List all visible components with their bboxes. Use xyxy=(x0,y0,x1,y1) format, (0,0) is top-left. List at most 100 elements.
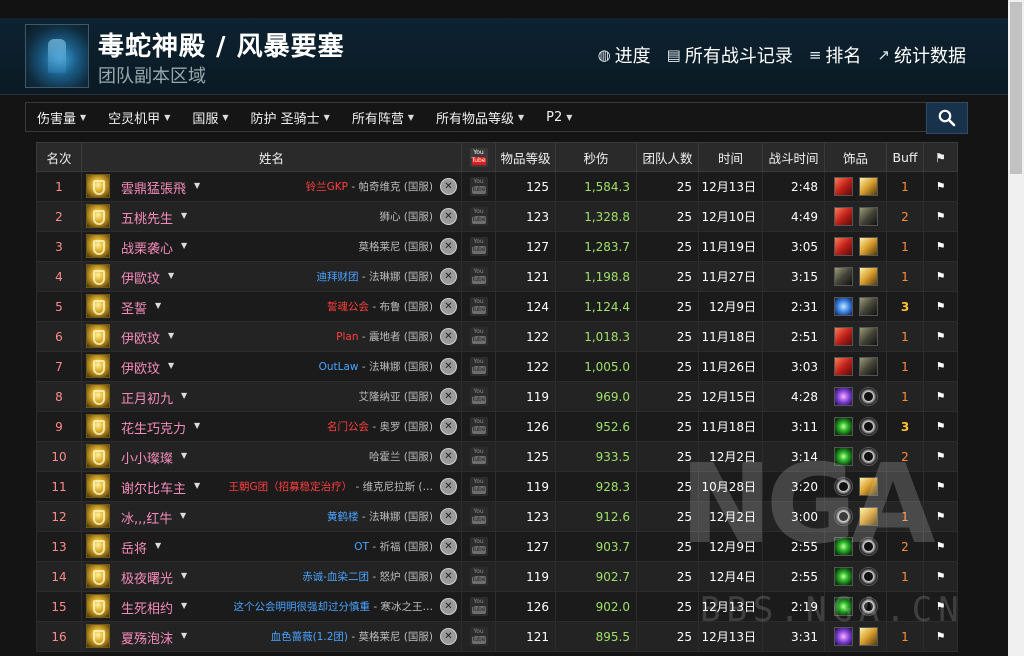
filter-metric[interactable]: 伤害量 ▼ xyxy=(26,108,97,127)
filter-phase[interactable]: P2 ▼ xyxy=(535,110,583,125)
chevron-down-icon[interactable]: ▼ xyxy=(194,181,200,190)
guild-name[interactable]: 誓魂公会 xyxy=(327,301,369,313)
trinket-icon[interactable] xyxy=(858,447,878,466)
trinket-icon[interactable] xyxy=(858,177,878,196)
dps-cell[interactable]: 1,328.8 xyxy=(555,201,637,232)
chevron-down-icon[interactable]: ▼ xyxy=(181,211,187,220)
armory-icon[interactable]: ✕ xyxy=(440,568,457,585)
flag-icon[interactable]: ⚑ xyxy=(936,510,946,523)
table-row[interactable]: 4 伊歐玟 ▼ 迪拜财团 - 法琳娜 (国服) ✕ You Tube 121 1,198.8 25… xyxy=(36,261,958,292)
player-name[interactable]: 伊欧玟 xyxy=(121,328,160,347)
trinket-icon[interactable] xyxy=(858,237,878,256)
armory-icon[interactable]: ✕ xyxy=(440,298,457,315)
flag-icon[interactable]: ⚑ xyxy=(936,480,946,493)
chevron-down-icon[interactable]: ▼ xyxy=(168,331,174,340)
dps-cell[interactable]: 952.6 xyxy=(555,411,637,442)
player-name[interactable]: 战栗袭心 xyxy=(121,238,173,257)
dps-cell[interactable]: 1,005.0 xyxy=(555,351,637,382)
player-name[interactable]: 伊欧玟 xyxy=(121,358,160,377)
chevron-down-icon[interactable]: ▼ xyxy=(181,631,187,640)
dps-cell[interactable]: 969.0 xyxy=(555,381,637,412)
header-raid-size[interactable]: 团队人数 xyxy=(636,142,699,172)
trinket-icon[interactable] xyxy=(833,297,853,316)
header-buff[interactable]: Buff xyxy=(886,142,924,172)
chevron-down-icon[interactable]: ▼ xyxy=(181,571,187,580)
trinket-icon[interactable] xyxy=(833,417,853,436)
youtube-icon[interactable]: You Tube xyxy=(469,267,488,286)
youtube-icon[interactable]: You Tube xyxy=(469,357,488,376)
guild-name[interactable]: Plan xyxy=(336,331,358,343)
trinket-icon[interactable] xyxy=(833,507,853,526)
chevron-down-icon[interactable]: ▼ xyxy=(155,301,161,310)
armory-icon[interactable]: ✕ xyxy=(440,448,457,465)
player-name[interactable]: 生死相约 xyxy=(121,598,173,617)
search-button[interactable] xyxy=(926,102,968,134)
youtube-icon[interactable]: You Tube xyxy=(469,537,488,556)
trinket-icon[interactable] xyxy=(858,267,878,286)
flag-icon[interactable]: ⚑ xyxy=(936,420,946,433)
player-name[interactable]: 谢尔比车主 xyxy=(121,478,186,497)
trinket-icon[interactable] xyxy=(858,207,878,226)
nav-statistics[interactable]: ↗ 统计数据 xyxy=(877,42,966,68)
armory-icon[interactable]: ✕ xyxy=(440,268,457,285)
chevron-down-icon[interactable]: ▼ xyxy=(181,451,187,460)
trinket-icon[interactable] xyxy=(833,327,853,346)
armory-icon[interactable]: ✕ xyxy=(440,478,457,495)
flag-icon[interactable]: ⚑ xyxy=(936,270,946,283)
player-name[interactable]: 正月初九 xyxy=(121,388,173,407)
armory-icon[interactable]: ✕ xyxy=(440,358,457,375)
trinket-icon[interactable] xyxy=(833,567,853,586)
trinket-icon[interactable] xyxy=(833,477,853,496)
flag-icon[interactable]: ⚑ xyxy=(936,330,946,343)
guild-name[interactable]: 铃兰GKP xyxy=(306,181,348,193)
table-row[interactable]: 12 冰,,,红牛 ▼ 黄鹤楼 - 法琳娜 (国服) ✕ You Tube 123 912.6 2… xyxy=(36,501,958,532)
filter-region[interactable]: 国服 ▼ xyxy=(181,108,239,127)
chevron-down-icon[interactable]: ▼ xyxy=(181,601,187,610)
guild-name[interactable]: 名门公会 xyxy=(327,421,369,433)
youtube-icon[interactable]: You Tube xyxy=(469,297,488,316)
table-row[interactable]: 16 夏殇泡沫 ▼ 血色蔷薇(1.2团) - 莫格莱尼 (国服) ✕ You Tube 121… xyxy=(36,621,958,652)
player-name[interactable]: 花生巧克力 xyxy=(121,418,186,437)
header-duration[interactable]: 战斗时间 xyxy=(762,142,825,172)
dps-cell[interactable]: 895.5 xyxy=(555,621,637,652)
chevron-down-icon[interactable]: ▼ xyxy=(168,271,174,280)
chevron-down-icon[interactable]: ▼ xyxy=(155,541,161,550)
youtube-icon[interactable]: You Tube xyxy=(469,417,488,436)
player-name[interactable]: 圣誓 xyxy=(121,298,147,317)
dps-cell[interactable]: 902.0 xyxy=(555,591,637,622)
trinket-icon[interactable] xyxy=(833,447,853,466)
filter-boss[interactable]: 空灵机甲 ▼ xyxy=(97,108,181,127)
dps-cell[interactable]: 1,283.7 xyxy=(555,231,637,262)
table-row[interactable]: 9 花生巧克力 ▼ 名门公会 - 奥罗 (国服) ✕ You Tube 126 952.6 25 1… xyxy=(36,411,958,442)
header-dps[interactable]: 秒伤 xyxy=(555,142,637,172)
dps-cell[interactable]: 912.6 xyxy=(555,501,637,532)
dps-cell[interactable]: 903.7 xyxy=(555,531,637,562)
table-row[interactable]: 11 谢尔比车主 ▼ 王朝G团（招募稳定治疗） - 维克尼拉斯 (… ✕ You Tube 1… xyxy=(36,471,958,502)
table-row[interactable]: 6 伊欧玟 ▼ Plan - 震地者 (国服) ✕ You Tube 122 1,018.3 25… xyxy=(36,321,958,352)
table-row[interactable]: 7 伊欧玟 ▼ OutLaw - 法琳娜 (国服) ✕ You Tube 122 1,005.0… xyxy=(36,351,958,382)
trinket-icon[interactable] xyxy=(858,327,878,346)
dps-cell[interactable]: 933.5 xyxy=(555,441,637,472)
trinket-icon[interactable] xyxy=(858,477,878,496)
filter-ilvl[interactable]: 所有物品等级 ▼ xyxy=(425,108,535,127)
guild-name[interactable]: OT xyxy=(354,541,369,553)
flag-icon[interactable]: ⚑ xyxy=(936,360,946,373)
header-ilvl[interactable]: 物品等级 xyxy=(495,142,556,172)
youtube-icon[interactable]: You Tube xyxy=(469,447,488,466)
trinket-icon[interactable] xyxy=(833,537,853,556)
chevron-down-icon[interactable]: ▼ xyxy=(168,361,174,370)
player-name[interactable]: 小小璨璨 xyxy=(121,448,173,467)
dps-cell[interactable]: 902.7 xyxy=(555,561,637,592)
player-name[interactable]: 雲鼎猛張飛 xyxy=(121,178,186,197)
flag-icon[interactable]: ⚑ xyxy=(936,210,946,223)
table-row[interactable]: 15 生死相约 ▼ 这个公会明明很强却过分慎重 - 寒冰之王… ✕ You Tube 126 9… xyxy=(36,591,958,622)
flag-icon[interactable]: ⚑ xyxy=(936,540,946,553)
armory-icon[interactable]: ✕ xyxy=(440,418,457,435)
header-date[interactable]: 时间 xyxy=(698,142,763,172)
table-row[interactable]: 2 五桃先生 ▼ 狮心 (国服) ✕ You Tube 123 1,328.8 25 12月10日 4… xyxy=(36,201,958,232)
trinket-icon[interactable] xyxy=(833,237,853,256)
trinket-icon[interactable] xyxy=(858,507,878,526)
flag-icon[interactable]: ⚑ xyxy=(936,600,946,613)
dps-cell[interactable]: 1,198.8 xyxy=(555,261,637,292)
guild-name[interactable]: 王朝G团（招募稳定治疗） xyxy=(228,481,352,493)
